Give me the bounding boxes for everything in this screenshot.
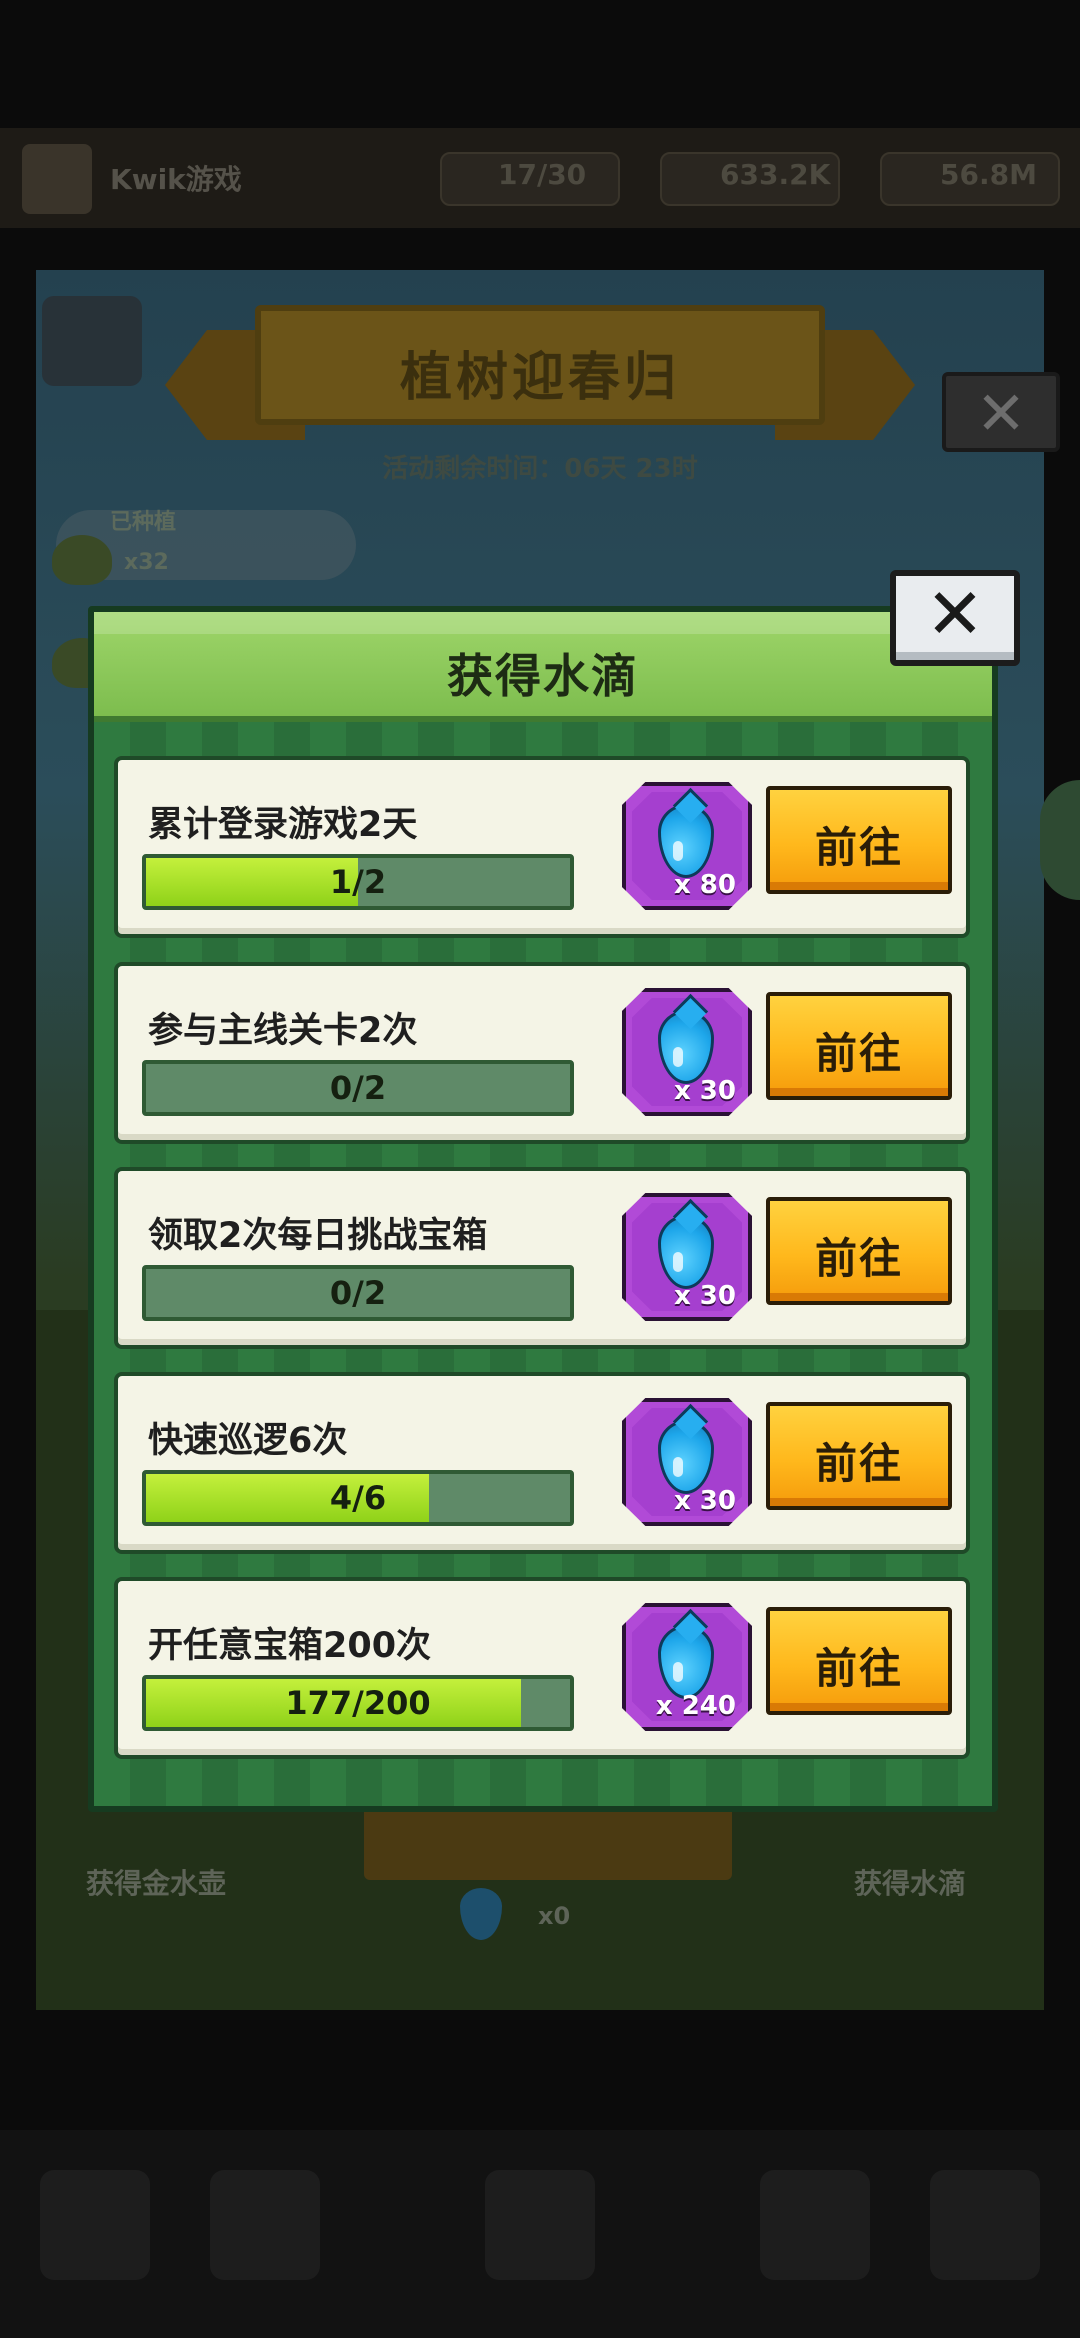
- go-button[interactable]: 前往: [766, 1402, 952, 1510]
- gems-stat: 56.8M: [940, 158, 1037, 191]
- reward-badge: x 30: [622, 1193, 752, 1321]
- task-card: 参与主线关卡2次 0/2 x 30 前往: [114, 962, 970, 1144]
- task-progress-bar: 177/200: [142, 1675, 574, 1731]
- planted-label: 已种植: [110, 510, 177, 535]
- go-button-label: 前往: [814, 1234, 903, 1283]
- task-card: 领取2次每日挑战宝箱 0/2 x 30 前往: [114, 1167, 970, 1349]
- reward-badge: x 80: [622, 782, 752, 910]
- get-golden-kettle-label: 获得金水壶: [86, 1867, 227, 1900]
- go-button-label: 前往: [814, 1029, 903, 1078]
- task-progress-bar: 0/2: [142, 1060, 574, 1116]
- task-title: 领取2次每日挑战宝箱: [148, 1216, 488, 1256]
- go-button[interactable]: 前往: [766, 786, 952, 894]
- player-name: Kwik游戏: [110, 163, 242, 196]
- planted-count: x32: [124, 550, 169, 575]
- close-icon: ✕: [925, 573, 985, 655]
- nav-tab: [40, 2170, 150, 2280]
- event-close-button: ✕: [942, 372, 1060, 452]
- get-water-label: 获得水滴: [854, 1867, 967, 1900]
- reward-quantity: x 80: [673, 870, 736, 900]
- progress-text: 0/2: [329, 1274, 387, 1312]
- top-status-bar: Kwik游戏 17/30 633.2K 56.8M: [0, 128, 1080, 228]
- task-title: 累计登录游戏2天: [148, 805, 418, 845]
- progress-text: 177/200: [285, 1684, 431, 1722]
- nav-tab: [760, 2170, 870, 2280]
- progress-text: 0/2: [329, 1069, 387, 1107]
- nav-tab: [210, 2170, 320, 2280]
- bottom-nav: [0, 2130, 1080, 2338]
- close-icon: ✕: [975, 379, 1027, 449]
- task-card: 开任意宝箱200次 177/200 x 240 前往: [114, 1577, 970, 1759]
- go-button-label: 前往: [814, 1644, 903, 1693]
- reward-badge: x 30: [622, 1398, 752, 1526]
- reward-badge: x 240: [622, 1603, 752, 1731]
- dialog-title: 获得水滴: [447, 649, 639, 703]
- progress-text: 1/2: [329, 863, 387, 901]
- reward-badge: x 30: [622, 988, 752, 1116]
- task-progress-bar: 1/2: [142, 854, 574, 910]
- go-button-label: 前往: [814, 823, 903, 872]
- task-progress-bar: 4/6: [142, 1470, 574, 1526]
- reward-quantity: x 30: [673, 1076, 736, 1106]
- reward-quantity: x 240: [655, 1691, 736, 1721]
- task-title: 开任意宝箱200次: [148, 1626, 432, 1666]
- energy-stat: 17/30: [498, 158, 587, 191]
- menu-icon: [42, 296, 142, 386]
- player-avatar: [22, 144, 92, 214]
- task-card: 快速巡逻6次 4/6 x 30 前往: [114, 1372, 970, 1554]
- water-count: x0: [538, 1902, 571, 1930]
- tree-icon: [52, 535, 112, 585]
- nav-tab: [485, 2170, 595, 2280]
- go-button[interactable]: 前往: [766, 1607, 952, 1715]
- nav-tab: [930, 2170, 1040, 2280]
- reward-quantity: x 30: [673, 1486, 736, 1516]
- task-title: 快速巡逻6次: [148, 1421, 348, 1461]
- progress-text: 4/6: [329, 1479, 387, 1517]
- go-button[interactable]: 前往: [766, 1197, 952, 1305]
- task-title: 参与主线关卡2次: [148, 1011, 418, 1051]
- reward-quantity: x 30: [673, 1281, 736, 1311]
- task-progress-bar: 0/2: [142, 1265, 574, 1321]
- dialog-close-button[interactable]: ✕: [890, 570, 1020, 666]
- gold-stat: 633.2K: [720, 158, 831, 191]
- dialog-header: 获得水滴: [94, 612, 992, 722]
- event-timer: 活动剩余时间：06天 23时: [382, 454, 698, 484]
- chat-icon: [1040, 780, 1080, 900]
- task-card: 累计登录游戏2天 1/2 x 80 前往: [114, 756, 970, 938]
- go-button-label: 前往: [814, 1439, 903, 1488]
- go-button[interactable]: 前往: [766, 992, 952, 1100]
- event-title: 植树迎春归: [399, 348, 680, 408]
